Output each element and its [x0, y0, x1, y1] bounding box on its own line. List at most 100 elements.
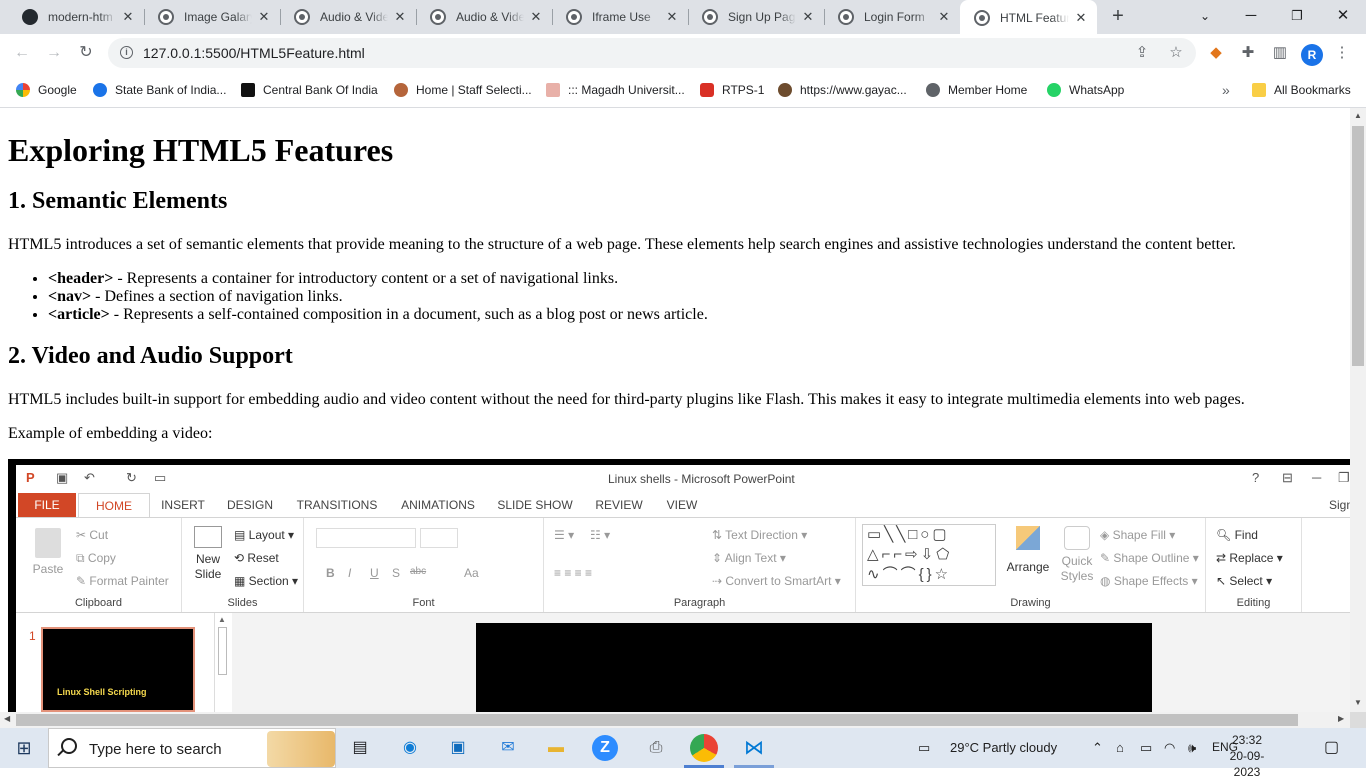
layout-button[interactable]: ▤ Layout ▾ — [234, 528, 294, 542]
url-text[interactable]: 127.0.0.1:5500/HTML5Feature.html — [143, 45, 365, 61]
close-window-button[interactable]: ✕ — [1320, 0, 1366, 34]
minimize-button[interactable]: ─ — [1228, 0, 1274, 34]
tab-modern-html[interactable]: modern-htm ✕ — [8, 0, 144, 34]
edge-icon[interactable]: ◉ — [396, 734, 424, 762]
ppt-minimize-icon[interactable]: ─ — [1312, 470, 1321, 485]
network-icon[interactable]: ⌂ — [1116, 740, 1124, 755]
document-app-icon[interactable]: ⎙ — [642, 734, 670, 762]
metamask-icon[interactable]: ◆ — [1206, 44, 1226, 64]
scroll-up-arrow-icon[interactable]: ▲ — [1354, 111, 1362, 120]
scroll-thumb[interactable] — [218, 627, 227, 675]
extensions-icon[interactable]: ✚ — [1238, 44, 1258, 64]
ribbon-options-icon[interactable]: ⊟ — [1282, 470, 1293, 486]
show-hidden-icons[interactable]: ⌃ — [1092, 740, 1103, 756]
font-name-box[interactable] — [316, 528, 416, 548]
tab-html-feature[interactable]: HTML Featur ✕ — [960, 0, 1097, 36]
bullets-button[interactable]: ☰ ▾ — [554, 528, 574, 542]
horizontal-scroll-thumb[interactable] — [16, 714, 1298, 726]
bookmark-star-icon[interactable]: ☆ — [1166, 44, 1186, 64]
ribbon-tab-file[interactable]: FILE — [18, 493, 76, 517]
notifications-icon[interactable]: ▢ — [1324, 737, 1339, 757]
share-icon[interactable]: ⇪ — [1132, 44, 1152, 64]
reset-button[interactable]: ⟲ Reset — [234, 551, 279, 565]
video-player[interactable]: P ▣ ↶ ↻ ▭ Linux shells - Microsoft Power… — [8, 459, 1350, 712]
align-buttons[interactable]: ≡ ≡ ≡ ≡ — [554, 566, 592, 580]
ribbon-tab-animations[interactable]: ANIMATIONS — [396, 493, 480, 517]
tab-audio-video-1[interactable]: Audio & Vide ✕ — [280, 0, 416, 34]
bold-button[interactable]: B — [326, 566, 335, 580]
forward-button[interactable]: → — [42, 42, 66, 66]
tab-search-icon[interactable]: ⌄ — [1182, 0, 1228, 34]
task-view-icon[interactable]: ▤ — [346, 734, 374, 762]
close-icon[interactable]: ✕ — [120, 9, 136, 25]
bookmark-central-bank[interactable]: Central Bank Of India — [241, 82, 378, 98]
redo-icon[interactable]: ↻ — [126, 470, 137, 486]
battery-icon[interactable]: ▭ — [1140, 740, 1152, 756]
select-button[interactable]: ↖ Select ▾ — [1216, 574, 1272, 588]
close-icon[interactable]: ✕ — [392, 9, 408, 25]
scroll-right-arrow-icon[interactable]: ▶ — [1338, 714, 1344, 723]
thumbnail-scrollbar[interactable]: ▲ — [214, 613, 230, 712]
all-bookmarks-button[interactable]: All Bookmarks — [1252, 82, 1351, 98]
weather-icon[interactable]: ▭ — [918, 740, 930, 756]
replace-button[interactable]: ⇄ Replace ▾ — [1216, 551, 1283, 565]
font-size-box[interactable] — [420, 528, 458, 548]
copy-button[interactable]: ⧉ Copy — [76, 551, 116, 566]
ribbon-tab-insert[interactable]: INSERT — [156, 493, 210, 517]
close-icon[interactable]: ✕ — [936, 9, 952, 25]
ribbon-tab-review[interactable]: REVIEW — [588, 493, 650, 517]
change-case-button[interactable]: Aa — [464, 566, 479, 580]
italic-button[interactable]: I — [348, 566, 351, 580]
new-tab-button[interactable]: + — [1106, 5, 1130, 29]
bookmark-google[interactable]: Google — [16, 82, 77, 98]
ribbon-tab-home[interactable]: HOME — [78, 493, 150, 518]
profile-avatar[interactable]: R — [1301, 44, 1323, 66]
bookmark-member-home[interactable]: Member Home — [926, 82, 1027, 98]
page-horizontal-scrollbar[interactable]: ◀ ▶ — [0, 712, 1350, 728]
bookmark-gayac[interactable]: https://www.gayac... — [778, 82, 907, 98]
slideshow-icon[interactable]: ▭ — [154, 470, 166, 486]
bookmarks-overflow-button[interactable]: » — [1222, 82, 1230, 98]
reload-button[interactable]: ↻ — [74, 42, 98, 66]
chrome-icon[interactable] — [690, 734, 718, 762]
page-vertical-scrollbar[interactable]: ▲ ▼ — [1350, 108, 1366, 712]
paste-button[interactable]: Paste — [28, 528, 68, 576]
close-icon[interactable]: ✕ — [256, 9, 272, 25]
numbering-button[interactable]: ☷ ▾ — [590, 528, 610, 542]
file-explorer-icon[interactable]: ▬ — [542, 734, 570, 762]
shape-effects-button[interactable]: ◍ Shape Effects ▾ — [1100, 574, 1198, 588]
scroll-left-arrow-icon[interactable]: ◀ — [4, 714, 10, 723]
shape-outline-button[interactable]: ✎ Shape Outline ▾ — [1100, 551, 1199, 565]
ribbon-tab-design[interactable]: DESIGN — [222, 493, 278, 517]
bookmark-sbi[interactable]: State Bank of India... — [93, 82, 226, 98]
ribbon-tab-view[interactable]: VIEW — [660, 493, 704, 517]
vertical-scroll-thumb[interactable] — [1352, 126, 1364, 366]
shape-fill-button[interactable]: ◈ Shape Fill ▾ — [1100, 528, 1175, 542]
new-slide-button[interactable]: New Slide — [188, 526, 228, 582]
section-button[interactable]: ▦ Section ▾ — [234, 574, 298, 588]
close-icon[interactable]: ✕ — [800, 9, 816, 25]
address-bar[interactable]: i 127.0.0.1:5500/HTML5Feature.html ⇪ ☆ — [108, 38, 1196, 68]
volume-icon[interactable]: 🕪︎ — [1188, 740, 1196, 756]
store-icon[interactable]: ▣ — [444, 734, 472, 762]
find-button[interactable]: 🔍︎ Find — [1216, 528, 1258, 542]
tab-audio-video-2[interactable]: Audio & Vide ✕ — [416, 0, 552, 34]
scroll-up-icon[interactable]: ▲ — [218, 615, 226, 624]
ribbon-tab-slideshow[interactable]: SLIDE SHOW — [494, 493, 576, 517]
ribbon-tab-transitions[interactable]: TRANSITIONS — [292, 493, 382, 517]
close-icon[interactable]: ✕ — [528, 9, 544, 25]
weather-text[interactable]: 29°C Partly cloudy — [950, 740, 1057, 755]
close-icon[interactable]: ✕ — [664, 9, 680, 25]
site-info-icon[interactable]: i — [120, 46, 133, 59]
bookmark-rtps[interactable]: RTPS-1 — [700, 82, 764, 98]
back-button[interactable]: ← — [10, 42, 34, 66]
wifi-icon[interactable]: ◠ — [1164, 740, 1175, 756]
tab-iframe-use[interactable]: Iframe Use ✕ — [552, 0, 688, 34]
arrange-button[interactable]: Arrange — [1002, 526, 1054, 575]
undo-icon[interactable]: ↶ — [84, 470, 95, 486]
underline-button[interactable]: U — [370, 566, 379, 580]
slide-thumbnail[interactable]: Linux Shell Scripting — [41, 627, 195, 712]
format-painter-button[interactable]: ✎ Format Painter — [76, 574, 169, 588]
shapes-gallery[interactable]: ▭╲╲□○▢ △⌐⌐⇨⇩⬠ ∿⌒⌒{}☆ — [862, 524, 996, 586]
scroll-down-arrow-icon[interactable]: ▼ — [1354, 698, 1362, 707]
